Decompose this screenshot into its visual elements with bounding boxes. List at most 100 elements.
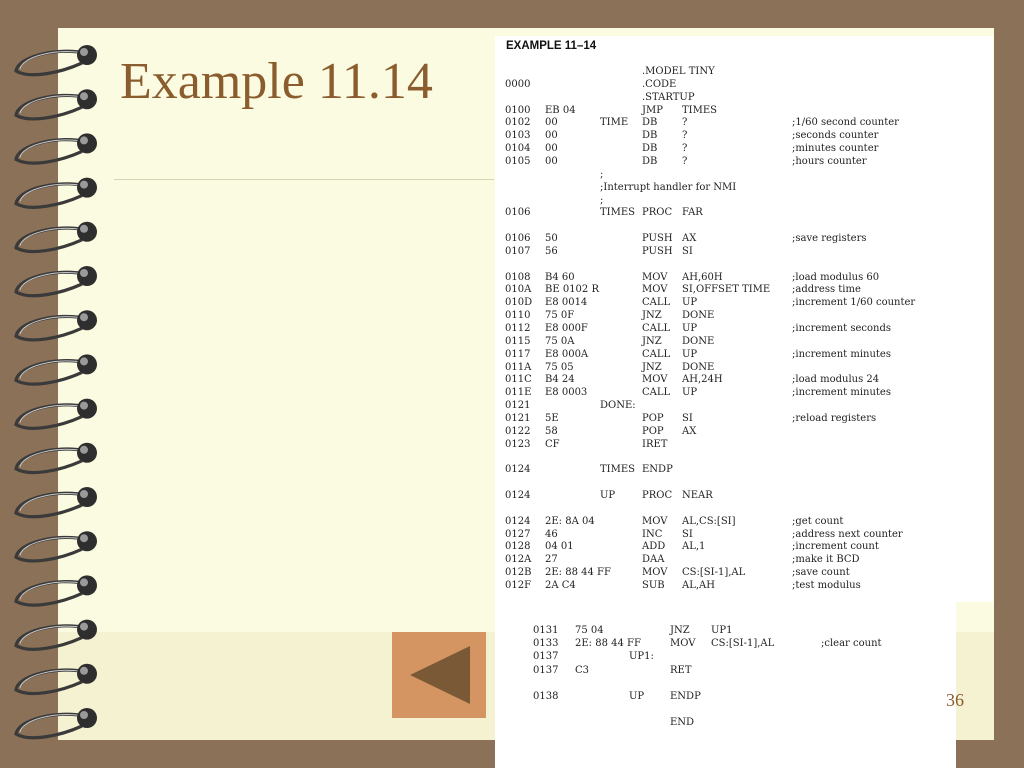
- listing-machine-code: 27: [545, 554, 558, 566]
- listing-line: [495, 451, 993, 464]
- listing-mnemonic: JMP: [642, 104, 663, 116]
- listing-comment: ;increment 1/60 counter: [792, 297, 916, 309]
- listing-line: 0103 00 DB? ;seconds counter: [495, 129, 993, 142]
- listing-comment: ;make it BCD: [792, 554, 860, 566]
- listing-machine-code: 58: [545, 425, 558, 437]
- spiral-ring: [14, 531, 97, 563]
- listing-comment: ;address time: [792, 284, 861, 296]
- listing-address: 010D: [505, 297, 533, 309]
- listing-operand: ?: [682, 143, 688, 155]
- listing-operand: SI: [682, 528, 693, 540]
- listing-line: 0106 TIMES PROC FAR: [495, 206, 993, 219]
- spiral-ring: [14, 575, 97, 607]
- spiral-ring: [14, 89, 97, 121]
- listing-label: ;: [600, 168, 604, 180]
- listing-mnemonic: MOV: [642, 567, 668, 579]
- listing-label: ;Interrupt handler for NMI: [600, 181, 737, 193]
- listing-line: 0110 75 0F JNZ DONE: [495, 309, 993, 322]
- listing-line: 0121 DONE:: [495, 399, 993, 412]
- listing-address: 0104: [505, 143, 531, 155]
- listing-mnemonic: CALL: [642, 323, 671, 334]
- listing-comment: ;minutes counter: [792, 143, 879, 155]
- listing-line: 0138 UP ENDP: [495, 690, 956, 703]
- left-arrow-icon: [410, 646, 470, 704]
- listing-mnemonic: JNZ: [670, 625, 690, 636]
- listing-line: 010D E8 0014 CALL UP ;increment 1/60 counter: [495, 296, 993, 309]
- listing-comment: ;test modulus: [792, 580, 861, 591]
- listing-line: 0123 CF IRET: [495, 438, 993, 451]
- listing-mnemonic: ADD: [642, 541, 666, 553]
- spiral-ring: [14, 708, 97, 740]
- listing-address: 0110: [505, 310, 531, 322]
- previous-slide-button[interactable]: [392, 632, 486, 718]
- listing-address: 0121: [505, 412, 531, 424]
- listing-address: 0117: [505, 348, 531, 360]
- listing-machine-code: B4 24: [545, 374, 575, 386]
- listing-operand: NEAR: [682, 490, 713, 502]
- listing-label: TIME: [600, 117, 629, 129]
- listing-operand: AX: [682, 233, 697, 245]
- listing-machine-code: 2E: 88 44 FF: [545, 567, 611, 579]
- listing-line: 0105 00 DB? ;hours counter: [495, 155, 993, 168]
- listing-address: 0128: [505, 541, 531, 553]
- spiral-ring: [14, 221, 97, 254]
- spiral-ring: [14, 619, 97, 651]
- listing-address: 0108: [505, 271, 531, 283]
- listing-operand: DONE: [682, 310, 715, 322]
- listing-address: 011E: [505, 387, 532, 399]
- listing-comment: ;increment minutes: [792, 387, 891, 399]
- listing-operand: ?: [682, 155, 688, 167]
- listing-line: 0112 E8 000F CALL UP ;increment seconds: [495, 322, 993, 335]
- listing-address: 0124: [505, 515, 531, 527]
- listing-line: [495, 703, 956, 716]
- listing-line: 0106 50 PUSH AX ;save registers: [495, 232, 993, 245]
- spiral-ring: [14, 354, 97, 386]
- listing-mnemonic: .CODE: [642, 78, 677, 90]
- listing-machine-code: C3: [575, 664, 590, 676]
- listing-mnemonic: END: [670, 717, 695, 729]
- listing-comment: ;increment count: [792, 541, 879, 553]
- listing-address: 010A: [505, 284, 532, 296]
- listing-mnemonic: POP: [642, 425, 664, 437]
- page-number: 36: [946, 690, 964, 710]
- listing-address: 0112: [505, 323, 531, 334]
- listing-operand: CS:[SI-1],AL: [682, 567, 746, 579]
- listing-machine-code: CF: [545, 438, 560, 450]
- listing-mnemonic: JNZ: [642, 335, 662, 347]
- listing-operand: AL,1: [682, 541, 706, 553]
- listing-mnemonic: CALL: [642, 297, 671, 309]
- listing-mnemonic: ENDP: [670, 691, 701, 702]
- listing-mnemonic: PROC: [642, 207, 673, 219]
- listing-line: 012A 27 DAA ;make it BCD: [495, 553, 993, 566]
- listing-operand: ?: [682, 130, 688, 142]
- listing-comment: ;address next counter: [792, 528, 903, 540]
- listing-line: 0108 B4 60 MOV AH,60H ;load modulus 60: [495, 271, 993, 284]
- listing-line: 0100 EB 04 JMP TIMES: [495, 104, 993, 117]
- listing-line: 0121 5E POP SI ;reload registers: [495, 412, 993, 425]
- listing-line: 0117 E8 000A CALL UP ;increment minutes: [495, 348, 993, 361]
- listing-heading: EXAMPLE 11–14: [506, 40, 597, 52]
- listing-address: 0103: [505, 130, 531, 142]
- listing-address: 0115: [505, 335, 531, 347]
- listing-label: TIMES: [600, 207, 636, 219]
- listing-line: 0122 58 POP AX: [495, 425, 993, 438]
- listing-mnemonic: MOV: [642, 271, 668, 283]
- listing-label: UP1:: [629, 651, 654, 663]
- listing-line: 012B 2E: 88 44 FF MOV CS:[SI-1],AL ;save cou…: [495, 566, 993, 579]
- listing-line: [495, 677, 956, 690]
- listing-operand: SI,OFFSET TIME: [682, 284, 771, 296]
- slide-title: Example 11.14: [120, 53, 433, 110]
- listing-line: 0124 2E: 8A 04 MOV AL,CS:[SI] ;get count: [495, 515, 993, 528]
- spiral-ring: [14, 310, 97, 342]
- listing-line: [495, 476, 993, 489]
- listing-label: ;: [600, 194, 604, 206]
- listing-mnemonic: MOV: [642, 515, 668, 527]
- listing-line: 0137 UP1:: [495, 650, 956, 663]
- listing-mnemonic: MOV: [642, 284, 668, 296]
- listing-comment: ;get count: [792, 515, 844, 527]
- listing-mnemonic: MOV: [670, 638, 696, 650]
- listing-address: 0105: [505, 155, 531, 167]
- listing-comment: ;seconds counter: [792, 130, 879, 142]
- listing-mnemonic: POP: [642, 412, 664, 424]
- listing-operand: AX: [682, 425, 697, 437]
